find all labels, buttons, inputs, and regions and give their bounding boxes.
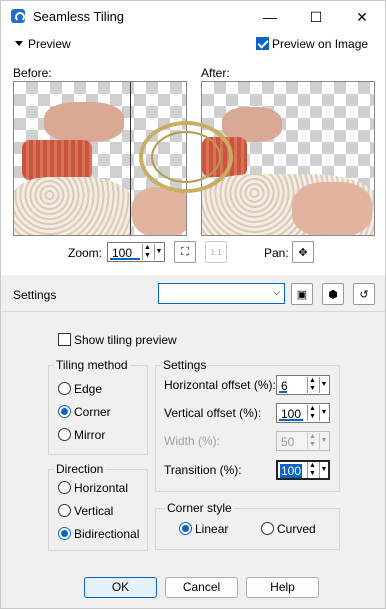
transition-label: Transition (%): [164, 463, 242, 477]
direction-vertical-label[interactable]: Vertical [74, 504, 113, 518]
minimize-button[interactable]: — [247, 1, 293, 33]
direction-bidirectional-radio[interactable] [58, 527, 71, 540]
horizontal-offset-dropdown-icon[interactable]: ▼ [319, 377, 328, 393]
horizontal-offset-label: Horizontal offset (%): [164, 378, 276, 392]
direction-vertical-radio[interactable] [58, 504, 71, 517]
tiling-mirror-radio[interactable] [58, 428, 71, 441]
preview-on-image-checkbox[interactable] [256, 37, 269, 50]
close-button[interactable]: ✕ [339, 1, 385, 33]
zoom-fit-button[interactable]: ⛶ [174, 241, 196, 263]
width-value: 50 [281, 435, 295, 449]
transition-stepper[interactable]: 100 ▲ ▼ ▼ [276, 460, 330, 480]
zoom-actual-size-button[interactable]: 1:1 [205, 241, 227, 263]
horizontal-offset-underline [279, 391, 287, 393]
reset-icon: ↺ [359, 288, 369, 301]
preview-on-image-label[interactable]: Preview on Image [272, 37, 368, 51]
corner-curved-radio[interactable] [261, 522, 274, 535]
pan-button[interactable]: ✥ [292, 241, 314, 263]
tile-seam-line [130, 82, 131, 235]
pan-label: Pan: [264, 246, 289, 260]
collapse-chevron-icon[interactable] [15, 41, 23, 46]
direction-horizontal-radio[interactable] [58, 481, 71, 494]
seamless-tiling-dialog: Seamless Tiling — ☐ ✕ Preview Preview on… [0, 0, 386, 609]
direction-horizontal-label[interactable]: Horizontal [74, 481, 128, 495]
settings-bar-label: Settings [13, 288, 57, 302]
horizontal-offset-stepper[interactable]: 6 ▲ ▼ ▼ [276, 375, 330, 395]
zoom-up-down-arrows-icon[interactable]: ▲ ▼ [142, 244, 152, 260]
cancel-button[interactable]: Cancel [165, 577, 238, 598]
app-icon [11, 9, 25, 23]
transition-dropdown-icon[interactable]: ▼ [319, 462, 328, 478]
watermark-ring-inner [151, 131, 221, 183]
corner-linear-label[interactable]: Linear [195, 522, 228, 536]
transition-arrows-icon[interactable]: ▲ ▼ [307, 462, 317, 478]
transition-value[interactable]: 100 [280, 464, 303, 478]
pan-move-icon: ✥ [298, 246, 308, 259]
actual-size-icon: 1:1 [210, 247, 222, 257]
title-bar: Seamless Tiling — ☐ ✕ [1, 1, 385, 33]
tiling-corner-radio[interactable] [58, 405, 71, 418]
zoom-stepper[interactable]: 100 ▲ ▼ ▼ [107, 242, 165, 262]
arm-shape [44, 102, 124, 142]
after-label: After: [201, 66, 230, 80]
tiling-method-title: Tiling method [54, 358, 130, 372]
tiling-mirror-label[interactable]: Mirror [74, 428, 105, 442]
settings-group-title: Settings [161, 358, 209, 372]
preset-combo[interactable]: ⌵ [158, 283, 285, 304]
vertical-offset-arrows-icon[interactable]: ▲ ▼ [307, 405, 317, 421]
leg-shape [132, 187, 186, 235]
width-label: Width (%): [164, 434, 221, 448]
separator [1, 311, 385, 312]
vertical-offset-dropdown-icon[interactable]: ▼ [319, 405, 328, 421]
preview-section-label[interactable]: Preview [28, 37, 71, 51]
reset-button[interactable]: ↺ [353, 283, 375, 305]
dice-icon: ⬢ [328, 288, 338, 301]
before-label: Before: [13, 66, 52, 80]
vertical-offset-label: Vertical offset (%): [164, 406, 262, 420]
lace-fabric [14, 177, 132, 235]
randomize-button[interactable]: ⬢ [322, 283, 344, 305]
help-button[interactable]: Help [246, 577, 319, 598]
tiling-corner-label[interactable]: Corner [74, 405, 111, 419]
preset-dropdown-icon[interactable]: ⌵ [273, 287, 280, 298]
window-title: Seamless Tiling [33, 9, 125, 24]
vertical-offset-underline [279, 419, 303, 421]
direction-bidirectional-label[interactable]: Bidirectional [74, 527, 139, 541]
direction-title: Direction [54, 462, 106, 476]
tiling-edge-label[interactable]: Edge [74, 382, 102, 396]
corner-curved-label[interactable]: Curved [277, 522, 316, 536]
vertical-offset-stepper[interactable]: 100 ▲ ▼ ▼ [276, 403, 330, 423]
width-arrows-icon: ▲ ▼ [307, 433, 317, 449]
zoom-underline [110, 258, 140, 260]
show-tiling-preview-checkbox[interactable] [58, 333, 71, 346]
maximize-button[interactable]: ☐ [293, 1, 339, 33]
leg-shape [292, 182, 372, 235]
width-dropdown-icon: ▼ [319, 433, 328, 449]
floppy-icon: ▣ [296, 288, 308, 301]
zoom-label: Zoom: [68, 246, 103, 260]
fit-window-icon: ⛶ [181, 245, 189, 258]
horizontal-offset-arrows-icon[interactable]: ▲ ▼ [307, 377, 317, 393]
corner-linear-radio[interactable] [179, 522, 192, 535]
corner-style-title: Corner style [165, 501, 234, 515]
width-stepper: 50 ▲ ▼ ▼ [276, 431, 330, 451]
zoom-dropdown-icon[interactable]: ▼ [154, 244, 163, 260]
show-tiling-preview-label[interactable]: Show tiling preview [74, 333, 177, 347]
save-preset-button[interactable]: ▣ [291, 283, 313, 305]
tiling-edge-radio[interactable] [58, 382, 71, 395]
ok-button[interactable]: OK [84, 577, 157, 598]
sweater-sleeve [22, 140, 92, 180]
